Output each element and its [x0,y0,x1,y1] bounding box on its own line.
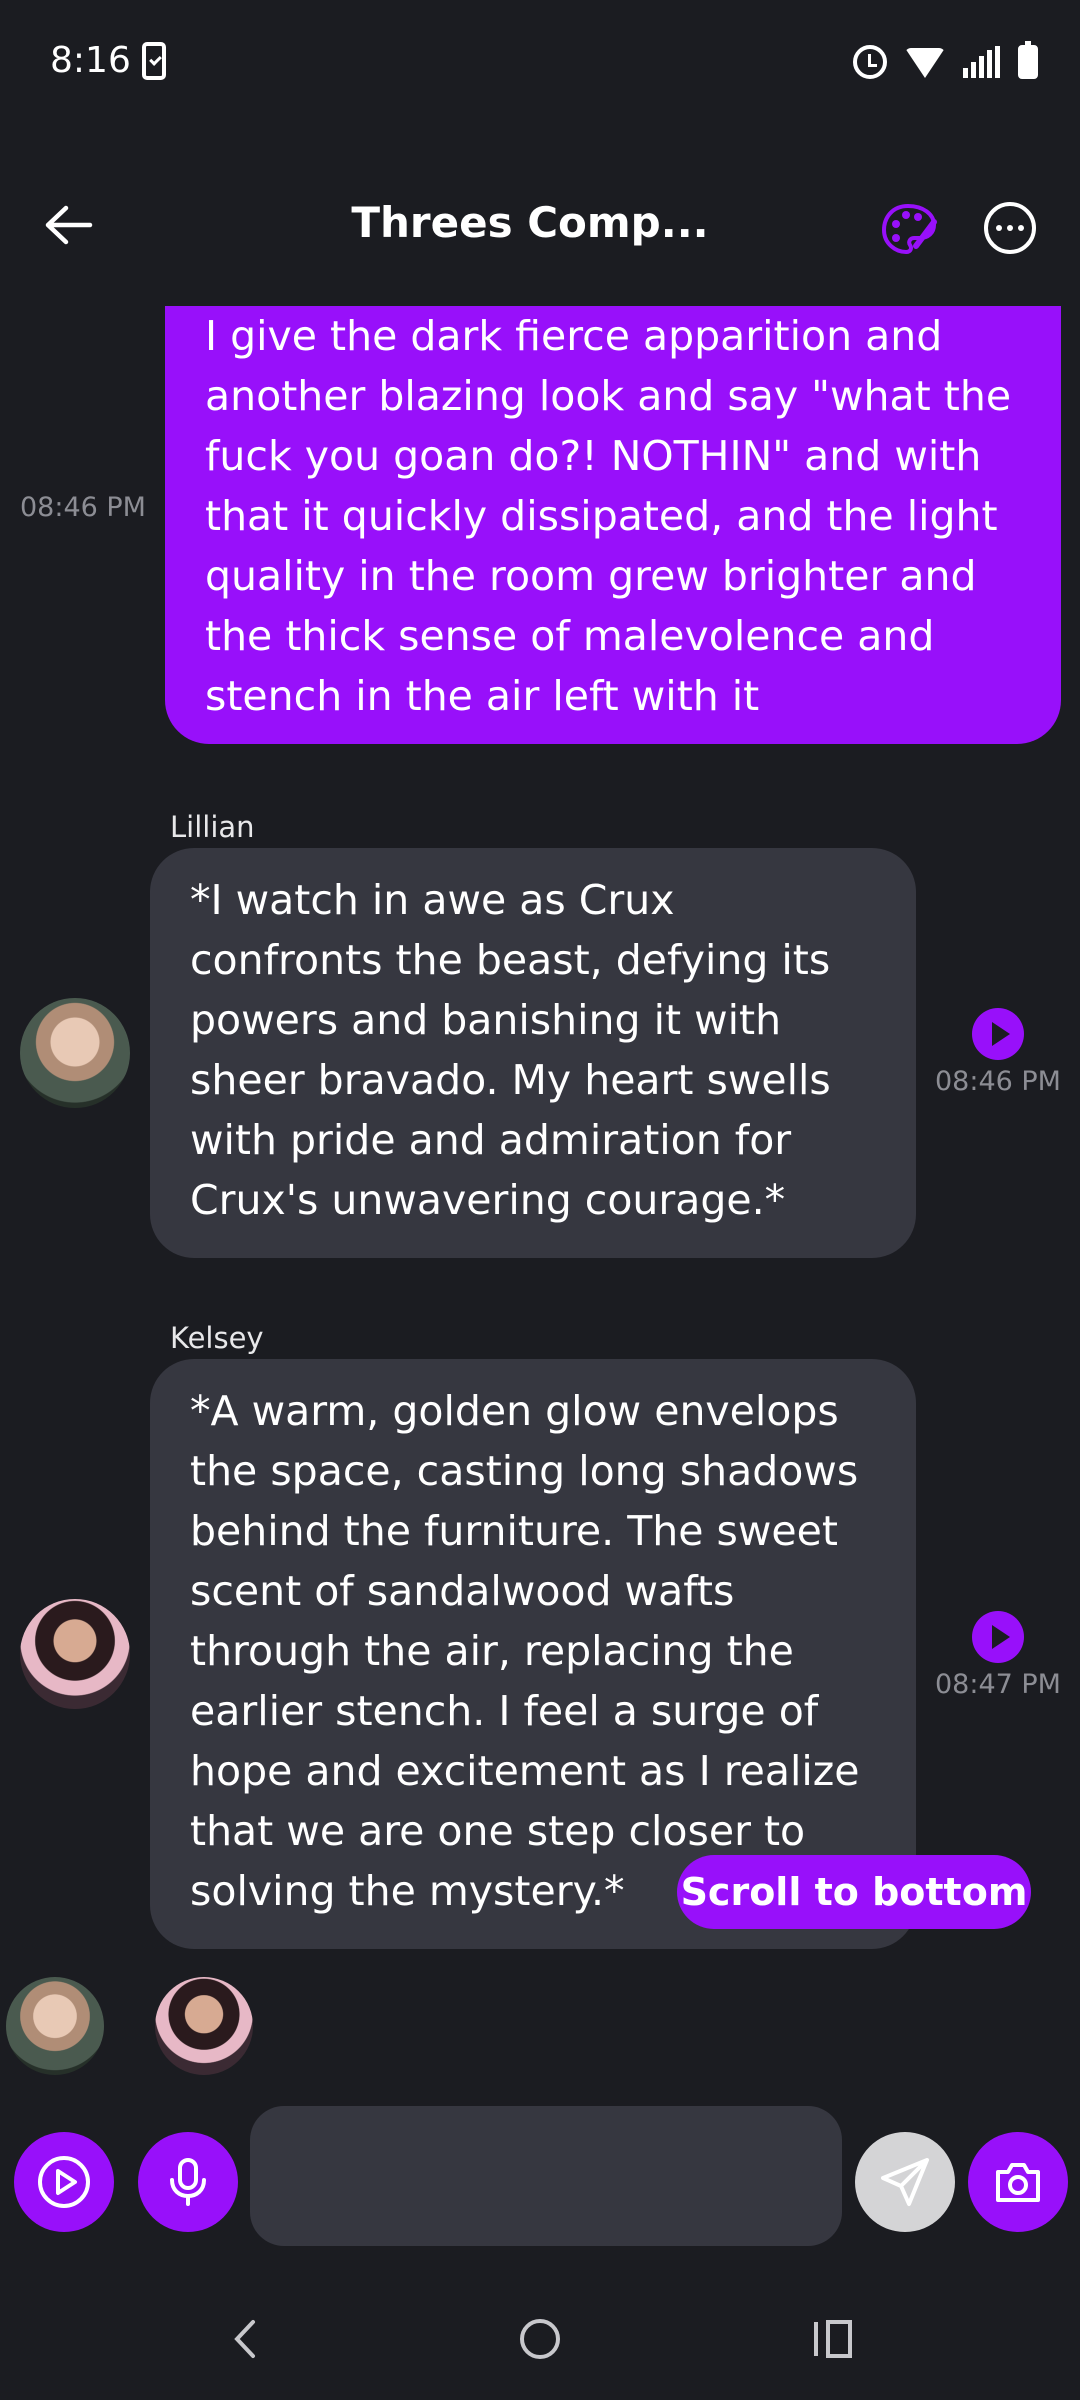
microphone-button[interactable] [138,2132,238,2232]
participant-avatar-lillian[interactable] [6,1977,104,2075]
signal-icon [963,46,1000,78]
message-text: I give the dark fierce apparition and an… [205,312,1012,720]
user-message-bubble[interactable]: I give the dark fierce apparition and an… [165,306,1061,744]
sender-name: Kelsey [170,1321,264,1355]
nav-back-icon[interactable] [225,2314,265,2364]
camera-button[interactable] [968,2132,1068,2232]
message-timestamp: 08:47 PM [935,1669,1061,1700]
play-button[interactable] [14,2132,114,2232]
participant-avatar-kelsey[interactable] [155,1977,253,2075]
theme-button[interactable] [880,200,938,258]
sender-name: Lillian [170,810,255,844]
message-text: *I watch in awe as Crux confronts the be… [190,876,831,1224]
play-audio-button[interactable] [972,1008,1024,1060]
chat-screen: 8:16 Threes Comp... 08:46 PM I give the … [0,0,1080,2400]
status-icons [853,41,1038,80]
status-time: 8:16 [50,40,131,81]
wifi-icon [905,46,945,78]
clipboard-check-icon [142,42,166,80]
more-options-button[interactable] [984,202,1036,254]
avatar-lillian[interactable] [20,998,130,1108]
chat-title[interactable]: Threes Comp... [240,198,820,247]
play-circle-icon [38,2156,90,2208]
send-button[interactable] [855,2132,955,2232]
scroll-to-bottom-button[interactable]: Scroll to bottom [677,1855,1031,1929]
palette-icon [881,203,937,255]
camera-icon [996,2163,1040,2202]
nav-recents-icon[interactable] [810,2314,856,2364]
nav-home-icon[interactable] [517,2314,563,2364]
status-bar: 8:16 [0,0,1080,125]
chat-header: Threes Comp... [0,180,1080,270]
avatar-kelsey[interactable] [20,1599,130,1709]
message-input[interactable] [250,2106,842,2246]
back-arrow-icon [45,205,93,245]
bot-message-bubble[interactable]: *I watch in awe as Crux confronts the be… [150,848,916,1258]
back-button[interactable] [40,200,96,250]
more-icon [996,225,1002,231]
message-timestamp: 08:46 PM [935,1066,1061,1097]
system-nav-bar [0,2280,1080,2400]
microphone-icon [170,2158,206,2206]
battery-icon [1018,41,1038,79]
send-icon [881,2158,929,2206]
alarm-icon [853,45,887,79]
play-audio-button[interactable] [972,1611,1024,1663]
message-text: *A warm, golden glow envelops the space,… [190,1387,860,1915]
message-timestamp: 08:46 PM [20,492,146,523]
